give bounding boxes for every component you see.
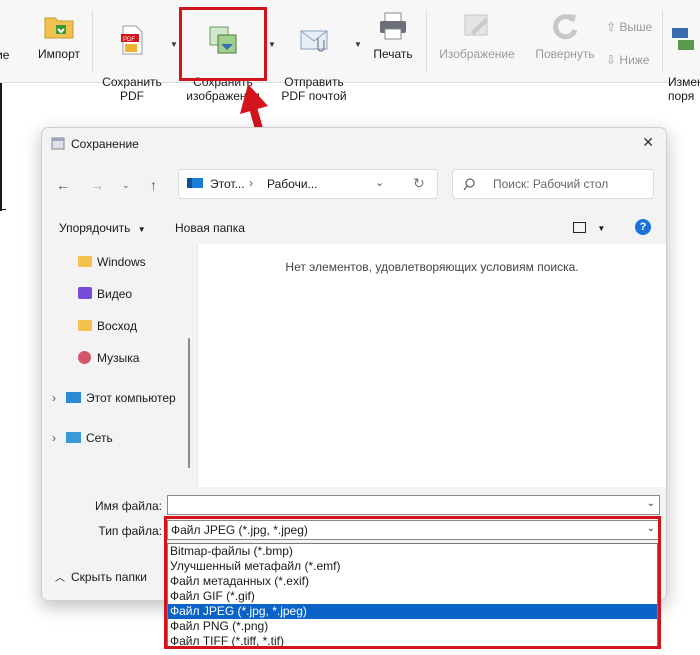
folder-icon bbox=[78, 320, 92, 331]
video-icon bbox=[78, 287, 92, 299]
filetype-highlight bbox=[164, 516, 661, 649]
arrow-up-icon: ⇧ bbox=[606, 20, 617, 34]
help-icon[interactable]: ? bbox=[635, 219, 651, 235]
view-dropdown-icon: ▼ bbox=[597, 224, 606, 233]
move-up-button[interactable]: ⇧ Выше bbox=[606, 20, 652, 34]
file-list-pane[interactable]: Нет элементов, удовлетворяющих условиям … bbox=[197, 244, 666, 487]
breadcrumb-computer[interactable]: Этот... bbox=[210, 177, 245, 191]
dialog-app-icon bbox=[51, 137, 65, 150]
view-icon bbox=[573, 222, 586, 234]
new-folder-button[interactable]: Новая папка bbox=[175, 221, 245, 235]
move-down-label: Ниже bbox=[619, 53, 650, 67]
folder-import-icon bbox=[44, 17, 74, 39]
print-button[interactable]: Печать bbox=[368, 10, 418, 61]
reorder-icon bbox=[672, 28, 694, 50]
empty-message: Нет элементов, удовлетворяющих условиям … bbox=[285, 260, 579, 274]
back-icon[interactable]: ← bbox=[56, 177, 70, 193]
filename-dropdown-icon[interactable]: ⌄ bbox=[647, 498, 655, 509]
filename-input[interactable]: ⌄ bbox=[167, 495, 660, 515]
email-pdf-label: Отправить PDF почтой bbox=[281, 75, 347, 103]
rotate-label: Повернуть bbox=[535, 47, 595, 61]
nav-item-video[interactable]: Видео bbox=[78, 287, 132, 301]
pdf-file-icon: PDF bbox=[121, 25, 143, 55]
forward-icon[interactable]: → bbox=[90, 177, 104, 193]
search-box[interactable]: Поиск: Рабочий стол bbox=[452, 169, 654, 199]
svg-text:PDF: PDF bbox=[123, 37, 135, 43]
nav-item-network[interactable]: › Сеть bbox=[52, 431, 113, 445]
email-pdf-dropdown-arrow[interactable]: ▼ bbox=[354, 40, 362, 49]
import-button[interactable]: Импорт bbox=[35, 10, 83, 61]
hide-folders-label: Скрыть папки bbox=[71, 570, 147, 584]
breadcrumb-separator-icon: › bbox=[249, 176, 253, 190]
filetype-label: Тип файла: bbox=[98, 524, 162, 538]
search-placeholder: Поиск: Рабочий стол bbox=[493, 177, 609, 191]
hide-folders-button[interactable]: ︿ Скрыть папки bbox=[55, 569, 147, 584]
command-bar: Упорядочить ▼ Новая папка ▼ ? bbox=[42, 214, 666, 244]
folder-icon bbox=[78, 256, 92, 267]
save-pdf-label: Сохранить PDF bbox=[102, 75, 162, 103]
expand-chevron-icon: › bbox=[52, 391, 56, 405]
arrow-down-icon: ⇩ bbox=[606, 53, 617, 67]
toolbar-partial-button[interactable]: ие bbox=[0, 48, 9, 62]
move-down-button[interactable]: ⇩ Ниже bbox=[606, 53, 649, 67]
print-label: Печать bbox=[373, 47, 413, 61]
up-icon[interactable]: ↑ bbox=[150, 177, 157, 193]
network-icon bbox=[66, 432, 81, 443]
rotate-icon bbox=[553, 14, 578, 40]
music-icon bbox=[78, 351, 91, 364]
close-icon[interactable]: ✕ bbox=[642, 134, 654, 151]
document-edge bbox=[0, 83, 2, 211]
dialog-title: Сохранение bbox=[71, 137, 139, 151]
nav-item-this-pc[interactable]: › Этот компьютер bbox=[52, 391, 188, 405]
address-dropdown-icon[interactable]: ⌄ bbox=[375, 176, 384, 189]
save-pdf-button[interactable]: PDF Сохранить PDF bbox=[100, 10, 164, 103]
refresh-icon[interactable]: ↻ bbox=[413, 175, 425, 192]
rotate-button[interactable]: Повернуть bbox=[532, 10, 598, 61]
organize-menu[interactable]: Упорядочить ▼ bbox=[59, 221, 146, 235]
organize-dropdown-icon: ▼ bbox=[137, 225, 146, 234]
move-up-label: Выше bbox=[619, 20, 653, 34]
new-folder-label: Новая папка bbox=[175, 221, 245, 235]
organize-label: Упорядочить bbox=[59, 221, 131, 235]
filename-label: Имя файла: bbox=[95, 499, 162, 513]
change-order-button[interactable]: Измен поря bbox=[668, 10, 700, 103]
breadcrumb-desktop[interactable]: Рабочи... bbox=[267, 177, 318, 191]
image-button[interactable]: Изображение bbox=[436, 10, 518, 61]
expand-chevron-icon: › bbox=[52, 431, 56, 445]
nav-item-voskhod[interactable]: Восход bbox=[78, 319, 137, 333]
address-bar[interactable]: Этот... › Рабочи... ⌄ ↻ bbox=[178, 169, 438, 199]
save-images-dropdown-arrow[interactable]: ▼ bbox=[268, 40, 276, 49]
search-icon bbox=[463, 178, 475, 191]
email-pdf-button[interactable]: Отправить PDF почтой bbox=[278, 10, 350, 103]
monitor-icon bbox=[187, 178, 203, 188]
import-label: Импорт bbox=[38, 47, 80, 61]
toolbar-partial-label: ие bbox=[0, 48, 10, 62]
envelope-icon bbox=[300, 30, 328, 52]
view-options-button[interactable]: ▼ bbox=[573, 220, 605, 234]
recent-chevron-icon[interactable]: ⌄ bbox=[122, 180, 130, 191]
printer-icon bbox=[380, 12, 406, 40]
chevron-up-icon: ︿ bbox=[55, 573, 65, 584]
change-order-label: Измен поря bbox=[668, 75, 700, 103]
image-label: Изображение bbox=[439, 47, 515, 61]
nav-item-windows[interactable]: Windows bbox=[78, 255, 146, 269]
image-edit-icon bbox=[464, 14, 488, 36]
save-images-highlight bbox=[179, 7, 267, 81]
navigation-pane: Windows Видео Восход Музыка › Этот компью… bbox=[42, 244, 197, 487]
computer-icon bbox=[66, 392, 81, 403]
nav-scrollbar[interactable] bbox=[188, 338, 190, 468]
nav-item-music[interactable]: Музыка bbox=[78, 351, 139, 365]
save-pdf-dropdown-arrow[interactable]: ▼ bbox=[170, 40, 178, 49]
app-toolbar: ие Импорт PDF Сохранить PDF ▼ Сохранить … bbox=[0, 0, 700, 103]
